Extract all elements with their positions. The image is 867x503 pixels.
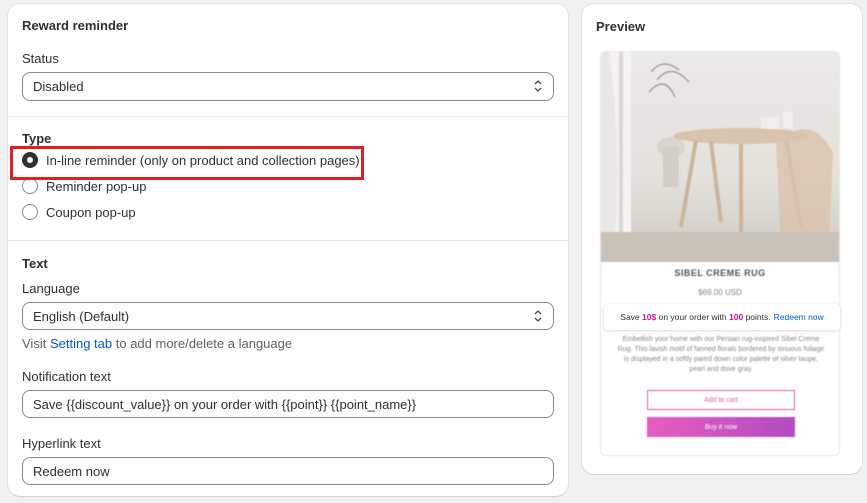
reward-reminder-card: Reward reminder Status Disabled Type In-… bbox=[8, 4, 568, 496]
setting-tab-link[interactable]: Setting tab bbox=[50, 336, 112, 351]
inline-reward-reminder: Save 10$ on your order with 100 points. R… bbox=[604, 304, 840, 330]
select-chevron-icon bbox=[534, 80, 542, 92]
buy-now-button[interactable]: Buy it now bbox=[647, 417, 795, 437]
radio-coupon-popup[interactable]: Coupon pop-up bbox=[22, 199, 554, 225]
hyperlink-text-label: Hyperlink text bbox=[22, 436, 101, 451]
select-chevron-icon bbox=[534, 310, 542, 322]
help-prefix: Visit bbox=[22, 336, 47, 351]
reminder-points: 100 bbox=[729, 312, 744, 322]
status-select[interactable]: Disabled bbox=[22, 72, 554, 101]
reminder-mid: on your order with bbox=[658, 312, 727, 322]
reminder-amount: 10$ bbox=[642, 312, 657, 322]
section-title-text: Text bbox=[22, 256, 48, 271]
reminder-save: Save bbox=[620, 312, 640, 322]
radio-label: Reminder pop-up bbox=[46, 178, 147, 194]
hyperlink-text-value: Redeem now bbox=[33, 463, 110, 479]
preview-title: Preview bbox=[596, 19, 646, 34]
notification-text-label: Notification text bbox=[22, 369, 111, 384]
hyperlink-text-input[interactable]: Redeem now bbox=[22, 457, 554, 485]
product-photo-illustration bbox=[601, 52, 839, 262]
language-select[interactable]: English (Default) bbox=[22, 302, 554, 330]
radio-label: Coupon pop-up bbox=[46, 204, 136, 220]
language-help-text: Visit Setting tab to add more/delete a l… bbox=[22, 336, 554, 351]
radio-unselected-icon[interactable] bbox=[22, 204, 38, 220]
product-image bbox=[601, 52, 839, 262]
highlight-box bbox=[10, 146, 364, 180]
radio-unselected-icon[interactable] bbox=[22, 178, 38, 194]
redeem-now-link[interactable]: Redeem now bbox=[774, 312, 824, 322]
section-title-type: Type bbox=[22, 131, 52, 146]
notification-text-input[interactable]: Save {{discount_value}} on your order wi… bbox=[22, 390, 554, 418]
product-description: Embellish your home with our Persian rug… bbox=[617, 336, 825, 373]
preview-card: Preview SIBEL CREME RUG $69.00 USD Embel… bbox=[582, 4, 862, 474]
product-price: $69.00 USD bbox=[698, 288, 742, 297]
product-name: SIBEL CREME RUG bbox=[674, 268, 766, 278]
notification-text-value: Save {{discount_value}} on your order wi… bbox=[33, 396, 417, 412]
status-label: Status bbox=[22, 51, 59, 66]
preview-storefront: SIBEL CREME RUG $69.00 USD Embellish you… bbox=[600, 51, 840, 456]
add-to-cart-button[interactable]: Add to cart bbox=[647, 390, 795, 410]
help-suffix: to add more/delete a language bbox=[115, 336, 293, 351]
language-label: Language bbox=[22, 281, 80, 296]
status-select-value: Disabled bbox=[33, 79, 84, 94]
reminder-unit: points. bbox=[745, 312, 771, 322]
language-select-value: English (Default) bbox=[33, 308, 130, 324]
section-title-reward-reminder: Reward reminder bbox=[22, 18, 129, 33]
